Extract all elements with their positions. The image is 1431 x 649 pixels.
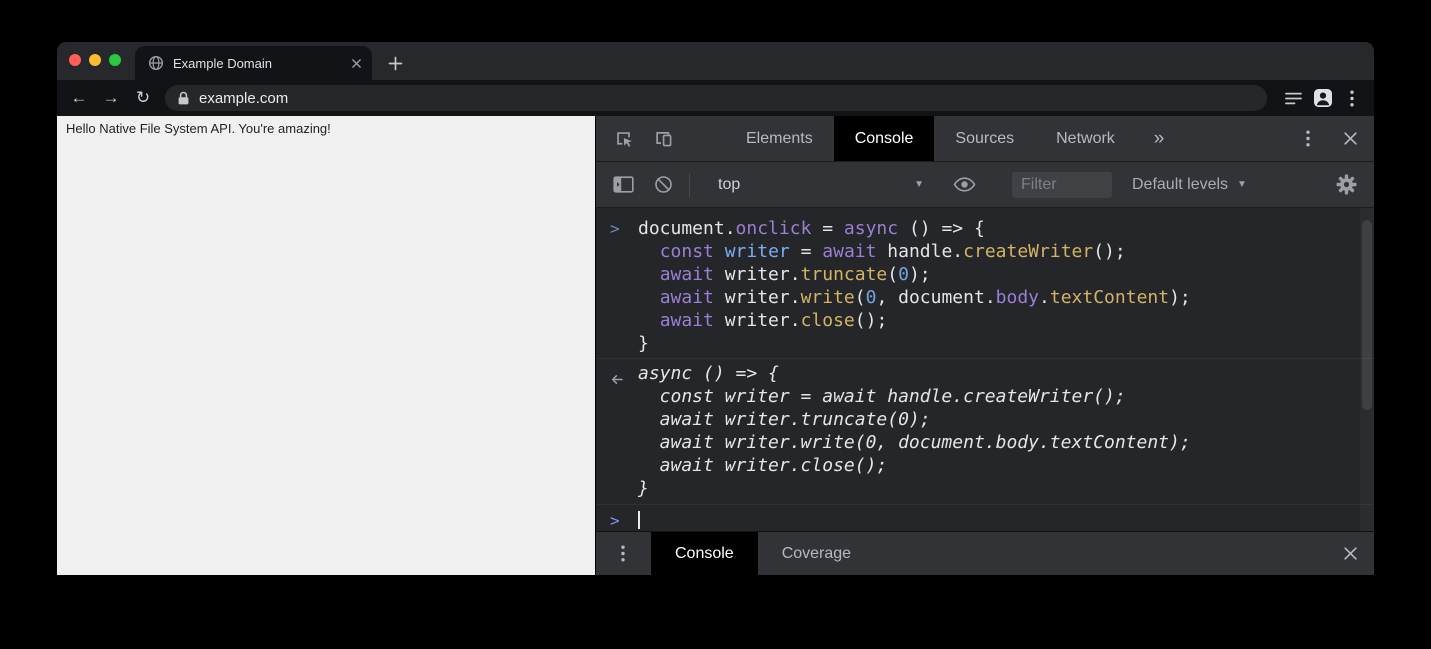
close-window-button[interactable] [69, 54, 81, 66]
console-prompt-line[interactable] [638, 509, 1352, 531]
drawer-tabs: ConsoleCoverage [651, 532, 875, 575]
console-line: await writer.write(0, document.body.text… [638, 286, 1352, 309]
lock-icon [177, 91, 190, 106]
more-panels-icon[interactable]: » [1154, 128, 1165, 150]
reading-list-icon[interactable] [1279, 91, 1308, 106]
eye-icon[interactable] [944, 162, 984, 207]
console-line: await writer.truncate(0); [638, 408, 1352, 431]
devtools-drawer: ConsoleCoverage [596, 531, 1374, 575]
console-result-message: async () => { const writer = await handl… [596, 362, 1374, 505]
drawer-close-icon[interactable] [1328, 532, 1372, 575]
drawer-tab-coverage[interactable]: Coverage [758, 532, 875, 575]
devtools-panel: ElementsConsoleSourcesNetwork » [595, 116, 1374, 575]
browser-window: Example Domain ← → ↻ example.com [57, 42, 1374, 575]
webpage: Hello Native File System API. You're ama… [57, 116, 595, 575]
console-prompt-chevron-icon: > [610, 509, 620, 531]
minimize-window-button[interactable] [89, 54, 101, 66]
filter-input[interactable] [1012, 172, 1112, 198]
browser-tab[interactable]: Example Domain [135, 46, 372, 80]
console-line: await writer.close(); [638, 309, 1352, 332]
zoom-window-button[interactable] [109, 54, 121, 66]
execution-context-selector[interactable]: top ▼ [696, 162, 934, 207]
devtools-tab-console[interactable]: Console [834, 116, 935, 161]
globe-favicon-icon [148, 55, 164, 71]
devtools-panel-tabs: ElementsConsoleSourcesNetwork [725, 116, 1136, 161]
settings-gear-icon[interactable] [1324, 162, 1368, 207]
tab-close-icon[interactable] [351, 58, 362, 69]
devtools-tab-sources[interactable]: Sources [934, 116, 1035, 161]
log-levels-selector[interactable]: Default levels ▼ [1132, 176, 1247, 194]
browser-toolbar: ← → ↻ example.com [57, 80, 1374, 116]
clear-console-icon[interactable] [643, 162, 683, 207]
devtools-tab-elements[interactable]: Elements [725, 116, 834, 161]
console-messages: > document.onclick = async () => { const … [596, 208, 1374, 531]
forward-button[interactable]: → [95, 88, 127, 108]
url-text: example.com [199, 90, 288, 107]
devtools-tabbar: ElementsConsoleSourcesNetwork » [596, 116, 1374, 162]
device-toolbar-icon[interactable] [643, 116, 683, 161]
console-line: document.onclick = async () => { [638, 217, 1352, 240]
devtools-tab-network[interactable]: Network [1035, 116, 1136, 161]
back-button[interactable]: ← [63, 88, 95, 108]
console-line: await writer.write(0, document.body.text… [638, 431, 1352, 454]
tab-title: Example Domain [173, 56, 342, 71]
console-toolbar: top ▼ Default levels ▼ [596, 162, 1374, 208]
console-line: const writer = await handle.createWriter… [638, 240, 1352, 263]
devtools-close-icon[interactable] [1328, 116, 1372, 161]
console-line: async () => { [638, 362, 1352, 385]
window-controls [69, 54, 121, 66]
drawer-tab-console[interactable]: Console [651, 532, 758, 575]
levels-label: Default levels [1132, 176, 1228, 194]
devtools-menu-icon[interactable] [1288, 116, 1328, 161]
reload-button[interactable]: ↻ [127, 88, 159, 108]
chevron-down-icon: ▼ [914, 179, 924, 190]
console-prompt[interactable]: > [596, 505, 1374, 531]
window-content: Hello Native File System API. You're ama… [57, 116, 1374, 575]
address-bar[interactable]: example.com [165, 85, 1267, 111]
console-line: await writer.close(); [638, 454, 1352, 477]
drawer-menu-icon[interactable] [603, 532, 643, 575]
console-input-message: > document.onclick = async () => { const … [596, 217, 1374, 359]
text-caret [638, 511, 640, 529]
console-line: } [638, 477, 1352, 500]
console-line: await writer.truncate(0); [638, 263, 1352, 286]
console-line: } [638, 332, 1352, 355]
inspect-element-icon[interactable] [603, 116, 643, 161]
profile-avatar[interactable] [1308, 88, 1337, 108]
new-tab-button[interactable] [381, 49, 409, 77]
chevron-down-icon: ▼ [1237, 179, 1247, 190]
page-body-text: Hello Native File System API. You're ama… [66, 121, 587, 136]
console-sidebar-icon[interactable] [603, 162, 643, 207]
console-line: const writer = await handle.createWriter… [638, 385, 1352, 408]
browser-menu-icon[interactable] [1337, 90, 1366, 107]
return-value-arrow-icon [610, 368, 623, 391]
toolbar-divider [689, 173, 690, 197]
console-input-chevron-icon: > [610, 217, 620, 240]
context-label: top [718, 176, 914, 194]
tab-strip: Example Domain [57, 42, 1374, 80]
